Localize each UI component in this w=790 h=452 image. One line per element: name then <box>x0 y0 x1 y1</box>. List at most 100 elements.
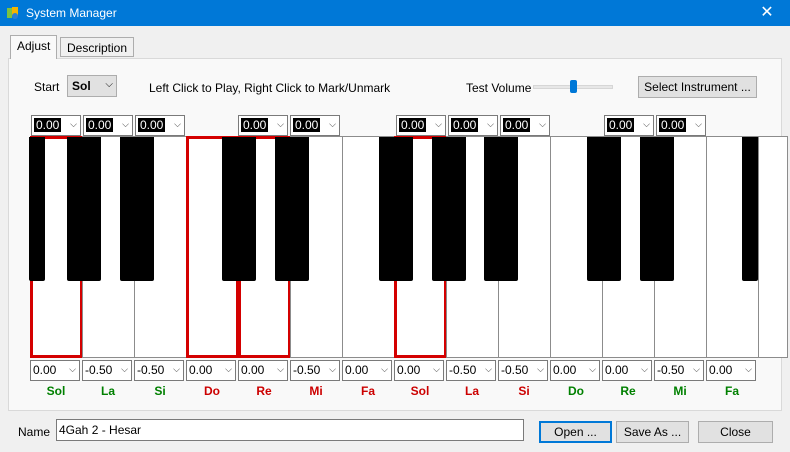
chevron-down-icon: ⌵ <box>105 79 113 90</box>
title-bar: System Manager ✕ <box>0 0 790 26</box>
offset-value: 0.00 <box>659 118 687 132</box>
white-key-offset-select[interactable]: 0.00 ⌵ <box>186 360 236 381</box>
chevron-down-icon: ⌵ <box>693 364 700 374</box>
note-label: Sol <box>46 384 66 398</box>
black-key[interactable] <box>432 137 466 281</box>
close-window-icon[interactable]: ✕ <box>744 0 790 26</box>
offset-value: -0.50 <box>85 363 113 377</box>
black-key-offset-select[interactable]: 0.00 ⌵ <box>83 115 133 136</box>
start-label: Start <box>34 80 60 94</box>
white-key-offset-select[interactable]: -0.50 ⌵ <box>498 360 548 381</box>
black-key[interactable] <box>67 137 101 281</box>
chevron-down-icon: ⌵ <box>69 364 76 374</box>
black-key-offset-select[interactable]: 0.00 ⌵ <box>396 115 446 136</box>
chevron-down-icon: ⌵ <box>537 364 544 374</box>
chevron-down-icon: ⌵ <box>643 119 650 129</box>
test-volume-label: Test Volume <box>466 81 532 95</box>
offset-value: 0.00 <box>345 363 369 377</box>
chevron-down-icon: ⌵ <box>539 119 546 129</box>
white-key-offset-select[interactable]: -0.50 ⌵ <box>134 360 184 381</box>
name-input[interactable]: 4Gah 2 - Hesar <box>56 419 524 441</box>
note-label: Fa <box>360 384 375 398</box>
app-icon <box>7 7 18 19</box>
offset-value: 0.00 <box>86 118 114 132</box>
offset-value: -0.50 <box>501 363 529 377</box>
note-label: Do <box>568 384 584 398</box>
note-label: Fa <box>724 384 739 398</box>
note-label: Mi <box>673 384 687 398</box>
offset-value: 0.00 <box>503 118 531 132</box>
black-key-offset-select[interactable]: 0.00 ⌵ <box>604 115 654 136</box>
chevron-down-icon: ⌵ <box>381 364 388 374</box>
offset-value: 0.00 <box>34 118 62 132</box>
test-volume-slider-thumb[interactable] <box>569 80 577 93</box>
black-key[interactable] <box>484 137 518 281</box>
select-instrument-button[interactable]: Select Instrument ... <box>638 76 757 98</box>
black-key-offset-select[interactable]: 0.00 ⌵ <box>500 115 550 136</box>
black-key-offset-select[interactable]: 0.00 ⌵ <box>135 115 185 136</box>
offset-value: -0.50 <box>657 363 685 377</box>
tab-adjust[interactable]: Adjust <box>10 35 58 59</box>
chevron-down-icon: ⌵ <box>174 119 181 129</box>
white-key-offset-select[interactable]: -0.50 ⌵ <box>290 360 340 381</box>
note-label: Mi <box>309 384 323 398</box>
chevron-down-icon: ⌵ <box>277 364 284 374</box>
start-select[interactable]: Sol ⌵ <box>67 75 117 97</box>
offset-value: -0.50 <box>449 363 477 377</box>
white-key-offset-select[interactable]: 0.00 ⌵ <box>706 360 756 381</box>
note-label: Sol <box>410 384 430 398</box>
white-key-offset-select[interactable]: 0.00 ⌵ <box>342 360 392 381</box>
white-key-offset-select[interactable]: -0.50 ⌵ <box>446 360 496 381</box>
open-button[interactable]: Open ... <box>539 421 612 443</box>
chevron-down-icon: ⌵ <box>433 364 440 374</box>
black-key[interactable] <box>379 137 413 281</box>
white-key-offset-select[interactable]: -0.50 ⌵ <box>82 360 132 381</box>
chevron-down-icon: ⌵ <box>122 119 129 129</box>
black-key-offset-select[interactable]: 0.00 ⌵ <box>656 115 706 136</box>
chevron-down-icon: ⌵ <box>277 119 284 129</box>
chevron-down-icon: ⌵ <box>695 119 702 129</box>
black-key[interactable] <box>742 137 758 281</box>
black-key[interactable] <box>587 137 621 281</box>
white-key-offset-select[interactable]: 0.00 ⌵ <box>238 360 288 381</box>
white-key[interactable] <box>758 136 788 358</box>
chevron-down-icon: ⌵ <box>485 364 492 374</box>
black-key[interactable] <box>29 137 45 281</box>
offset-value: 0.00 <box>605 363 629 377</box>
offset-value: 0.00 <box>399 118 427 132</box>
chevron-down-icon: ⌵ <box>173 364 180 374</box>
offset-value: -0.50 <box>293 363 321 377</box>
white-key-offset-select[interactable]: -0.50 ⌵ <box>654 360 704 381</box>
offset-value: 0.00 <box>451 118 479 132</box>
note-label: Re <box>620 384 636 398</box>
white-key-offset-select[interactable]: 0.00 ⌵ <box>394 360 444 381</box>
close-button[interactable]: Close <box>698 421 773 443</box>
tab-description[interactable]: Description <box>60 37 135 57</box>
offset-value: 0.00 <box>293 118 321 132</box>
black-key-offset-select[interactable]: 0.00 ⌵ <box>290 115 340 136</box>
note-label: Si <box>518 384 530 398</box>
black-key-offset-select[interactable]: 0.00 ⌵ <box>238 115 288 136</box>
black-key-offset-select[interactable]: 0.00 ⌵ <box>448 115 498 136</box>
black-key[interactable] <box>222 137 256 281</box>
white-key-offset-select[interactable]: 0.00 ⌵ <box>602 360 652 381</box>
chevron-down-icon: ⌵ <box>70 119 77 129</box>
chevron-down-icon: ⌵ <box>745 364 752 374</box>
black-key[interactable] <box>640 137 674 281</box>
save-as-button[interactable]: Save As ... <box>616 421 689 443</box>
offset-value: 0.00 <box>553 363 577 377</box>
chevron-down-icon: ⌵ <box>329 364 336 374</box>
chevron-down-icon: ⌵ <box>329 119 336 129</box>
offset-value: 0.00 <box>189 363 213 377</box>
white-key-offset-select[interactable]: 0.00 ⌵ <box>30 360 80 381</box>
note-label: Do <box>204 384 220 398</box>
offset-value: 0.00 <box>241 363 265 377</box>
offset-value: 0.00 <box>241 118 269 132</box>
black-key[interactable] <box>275 137 309 281</box>
offset-value: 0.00 <box>709 363 733 377</box>
note-label: Si <box>154 384 166 398</box>
black-key-offset-select[interactable]: 0.00 ⌵ <box>31 115 81 136</box>
white-key-offset-select[interactable]: 0.00 ⌵ <box>550 360 600 381</box>
black-key[interactable] <box>120 137 154 281</box>
offset-value: 0.00 <box>33 363 57 377</box>
